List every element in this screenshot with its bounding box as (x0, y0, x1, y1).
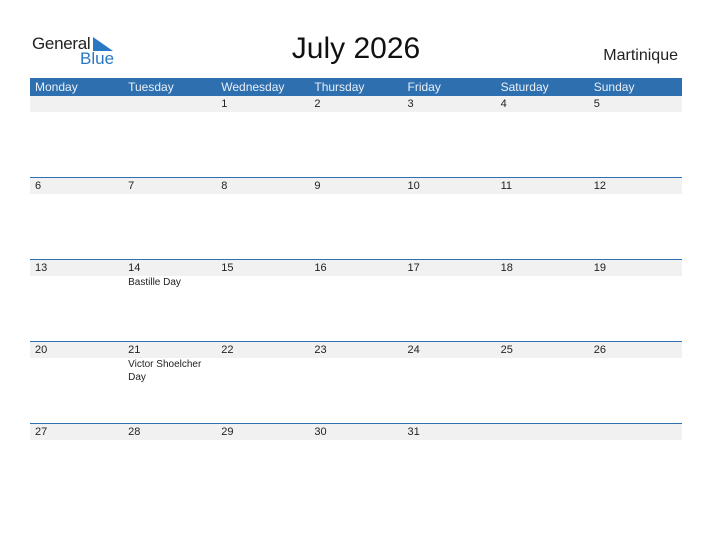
day-cell: 2 (309, 96, 402, 112)
day-number: 17 (407, 262, 420, 274)
day-cell (496, 424, 589, 440)
weekday-label: Tuesday (128, 80, 174, 94)
day-cell: 18 (496, 260, 589, 289)
day-number: 20 (35, 344, 48, 356)
day-number: 24 (407, 344, 420, 356)
day-number: 2 (314, 98, 321, 110)
day-number: 22 (221, 344, 234, 356)
week-cells: 13 14 Bastille Day 15 16 17 18 19 (30, 260, 682, 289)
day-number: 23 (314, 344, 327, 356)
day-cell: 4 (496, 96, 589, 112)
day-number: 30 (314, 426, 327, 438)
day-number: 8 (221, 180, 228, 192)
day-cell: 23 (309, 342, 402, 384)
day-number: 5 (593, 98, 600, 110)
calendar: Monday Tuesday Wednesday Thursday Friday… (30, 78, 682, 505)
week-cells: 1 2 3 4 5 (30, 96, 682, 112)
day-number: 27 (35, 426, 48, 438)
day-cell: 3 (403, 96, 496, 112)
day-cell: 6 (30, 178, 123, 194)
day-number: 28 (128, 426, 141, 438)
day-number: 7 (128, 180, 135, 192)
week-row: 1 2 3 4 5 (30, 96, 682, 177)
day-cell: 31 (403, 424, 496, 440)
week-row: 13 14 Bastille Day 15 16 17 18 19 (30, 259, 682, 341)
day-cell: 15 (216, 260, 309, 289)
day-number: 9 (314, 180, 321, 192)
day-number: 6 (35, 180, 42, 192)
week-row: 20 21 Victor Shoelcher Day 22 23 24 25 26 (30, 341, 682, 423)
day-cell: 27 (30, 424, 123, 440)
day-cell: 29 (216, 424, 309, 440)
day-cell: 8 (216, 178, 309, 194)
day-number (501, 424, 589, 440)
day-cell (123, 96, 216, 112)
day-cell: 9 (309, 178, 402, 194)
day-number: 11 (500, 180, 513, 192)
weekday-label: Friday (407, 80, 441, 94)
day-cell: 16 (309, 260, 402, 289)
day-cell (30, 96, 123, 112)
day-number: 18 (500, 262, 513, 274)
day-number (35, 96, 123, 112)
day-cell: 7 (123, 178, 216, 194)
day-number: 15 (221, 262, 234, 274)
day-cell: 1 (216, 96, 309, 112)
day-number: 21 (128, 344, 141, 356)
weeks: 1 2 3 4 5 6 7 8 9 10 11 12 13 14 Bastille Day 15 16 17 18 1… (30, 96, 682, 505)
day-number: 26 (593, 344, 606, 356)
day-cell: 5 (589, 96, 682, 112)
day-cell: 26 (589, 342, 682, 384)
week-cells: 6 7 8 9 10 11 12 (30, 178, 682, 194)
day-cell: 30 (309, 424, 402, 440)
day-cell: 11 (496, 178, 589, 194)
weekday-header: Monday Tuesday Wednesday Thursday Friday… (30, 78, 682, 96)
day-cell: 25 (496, 342, 589, 384)
day-number (128, 96, 216, 112)
day-cell (589, 424, 682, 440)
day-cell: 17 (403, 260, 496, 289)
day-cell: 22 (216, 342, 309, 384)
day-number: 12 (593, 180, 606, 192)
day-cell: 19 (589, 260, 682, 289)
day-cell: 20 (30, 342, 123, 384)
weekday-label: Sunday (593, 80, 635, 94)
day-number: 3 (407, 98, 414, 110)
day-number: 10 (407, 180, 420, 192)
weekday-label: Monday (35, 80, 78, 94)
day-number: 1 (221, 98, 228, 110)
day-cell: 21 Victor Shoelcher Day (123, 342, 216, 384)
day-number: 14 (128, 262, 141, 274)
day-number (594, 424, 682, 440)
day-number: 29 (221, 426, 234, 438)
day-cell: 10 (403, 178, 496, 194)
week-cells: 20 21 Victor Shoelcher Day 22 23 24 25 26 (30, 342, 682, 384)
day-number: 31 (407, 426, 420, 438)
day-number: 16 (314, 262, 327, 274)
weekday-label: Saturday (500, 80, 549, 94)
day-number: 13 (35, 262, 48, 274)
day-number: 25 (500, 344, 513, 356)
weekday-label: Thursday (314, 80, 365, 94)
day-cell: 28 (123, 424, 216, 440)
day-cell: 24 (403, 342, 496, 384)
weekday-label: Wednesday (221, 80, 285, 94)
country-label: Martinique (603, 47, 678, 64)
holiday-event: Bastille Day (128, 277, 181, 288)
day-number: 4 (500, 98, 507, 110)
day-number: 19 (593, 262, 606, 274)
holiday-event: Victor Shoelcher Day (128, 359, 202, 383)
week-row: 6 7 8 9 10 11 12 (30, 177, 682, 259)
week-row: 27 28 29 30 31 (30, 423, 682, 505)
day-cell: 14 Bastille Day (123, 260, 216, 289)
day-cell: 13 (30, 260, 123, 289)
week-cells: 27 28 29 30 31 (30, 424, 682, 440)
day-cell: 12 (589, 178, 682, 194)
